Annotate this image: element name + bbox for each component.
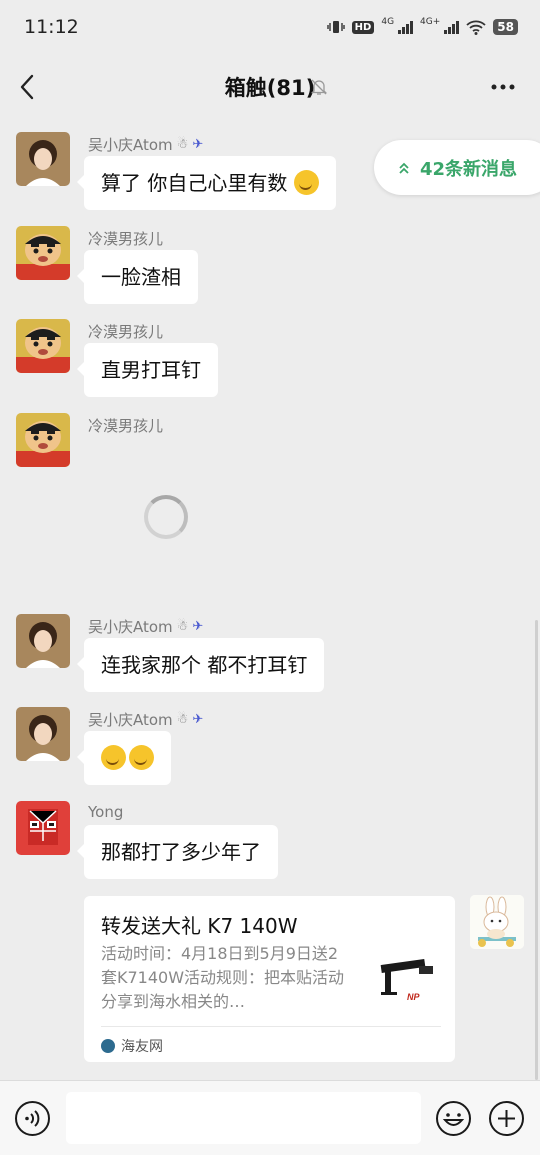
card-thumbnail: NP xyxy=(377,948,441,1012)
double-chevron-up-icon xyxy=(399,162,409,174)
network-type-2: 4G+ xyxy=(420,16,441,27)
more-options-icon[interactable] xyxy=(488,75,518,99)
signal-icon-2 xyxy=(444,20,460,34)
avatar[interactable] xyxy=(16,319,70,373)
avatar[interactable] xyxy=(16,413,70,467)
avatar[interactable] xyxy=(16,801,70,855)
message-bubble[interactable]: 一脸渣相 xyxy=(77,250,198,304)
card-title: 转发送大礼 K7 140W xyxy=(101,914,298,938)
thinking-emoji-icon xyxy=(101,745,126,770)
ghost-emoji-icon: ☃ xyxy=(176,137,189,152)
sender-name: 冷漠男孩儿 xyxy=(88,230,164,248)
message-bubble[interactable]: 算了 你自己心里有数 xyxy=(77,156,336,210)
card-source-label: 海友网 xyxy=(121,1039,163,1055)
avatar[interactable] xyxy=(16,132,70,186)
runner-icon: ✈ xyxy=(192,712,204,727)
sender-name: 冷漠男孩儿 xyxy=(88,323,164,341)
message-bubble[interactable] xyxy=(77,731,171,785)
emoji-picker-icon[interactable] xyxy=(435,1100,472,1137)
vibrate-icon xyxy=(326,21,345,33)
message-bubble[interactable]: 直男打耳钉 xyxy=(77,343,218,397)
message-bubble[interactable]: 连我家那个 都不打耳钉 xyxy=(76,638,325,692)
avatar[interactable] xyxy=(16,707,70,761)
thinking-emoji-icon xyxy=(293,170,319,195)
chat-title: 箱触(81) xyxy=(224,76,316,100)
input-bar xyxy=(0,1080,540,1155)
mute-bell-icon xyxy=(310,79,328,95)
avatar[interactable] xyxy=(16,614,70,668)
status-bar: 11:12 HD 4G 4G+ 58 xyxy=(0,0,540,56)
hd-badge: HD xyxy=(351,20,375,34)
voice-input-icon[interactable] xyxy=(14,1100,51,1137)
scrollbar[interactable] xyxy=(535,620,538,1080)
card-divider xyxy=(101,1026,441,1027)
ghost-emoji-icon: ☃ xyxy=(176,619,189,634)
network-type-1: 4G xyxy=(381,16,395,27)
avatar[interactable] xyxy=(16,226,70,280)
svg-text:NP: NP xyxy=(407,992,420,1002)
sender-name: 吴小庆Atom ☃ ✈ xyxy=(88,618,204,636)
card-description: 活动时间：4月18日到5月9日送2套K7140W活动规则：把本贴活动分享到海水相… xyxy=(101,944,345,1011)
message-input[interactable] xyxy=(66,1092,421,1144)
sender-name: 吴小庆Atom ☃ ✈ xyxy=(88,711,204,729)
sender-name: 冷漠男孩儿 xyxy=(88,417,164,435)
sender-name: Yong xyxy=(88,803,124,821)
chat-header: 箱触(81) xyxy=(0,56,540,118)
sender-name: 吴小庆Atom ☃ ✈ xyxy=(88,136,204,154)
new-messages-label: 42条新消息 xyxy=(420,158,518,180)
wifi-icon xyxy=(466,20,486,35)
shared-link-card[interactable]: 转发送大礼 K7 140W 活动时间：4月18日到5月9日送2套K7140W活动… xyxy=(84,896,455,1062)
more-actions-plus-icon[interactable] xyxy=(488,1100,525,1137)
loading-spinner-icon xyxy=(144,495,188,539)
message-bubble[interactable]: 那都打了多少年了 xyxy=(77,825,278,879)
runner-icon: ✈ xyxy=(192,137,204,152)
source-logo-icon xyxy=(101,1039,115,1053)
status-time: 11:12 xyxy=(24,16,79,38)
card-source: 海友网 xyxy=(101,1036,163,1056)
new-messages-button[interactable]: 42条新消息 xyxy=(374,140,540,195)
signal-icon xyxy=(398,20,414,34)
status-icons: HD 4G 4G+ 58 xyxy=(326,16,518,38)
my-avatar[interactable] xyxy=(470,895,524,949)
ghost-emoji-icon: ☃ xyxy=(176,712,189,727)
battery-icon: 58 xyxy=(493,19,518,35)
runner-icon: ✈ xyxy=(192,619,204,634)
thinking-emoji-icon xyxy=(129,745,154,770)
